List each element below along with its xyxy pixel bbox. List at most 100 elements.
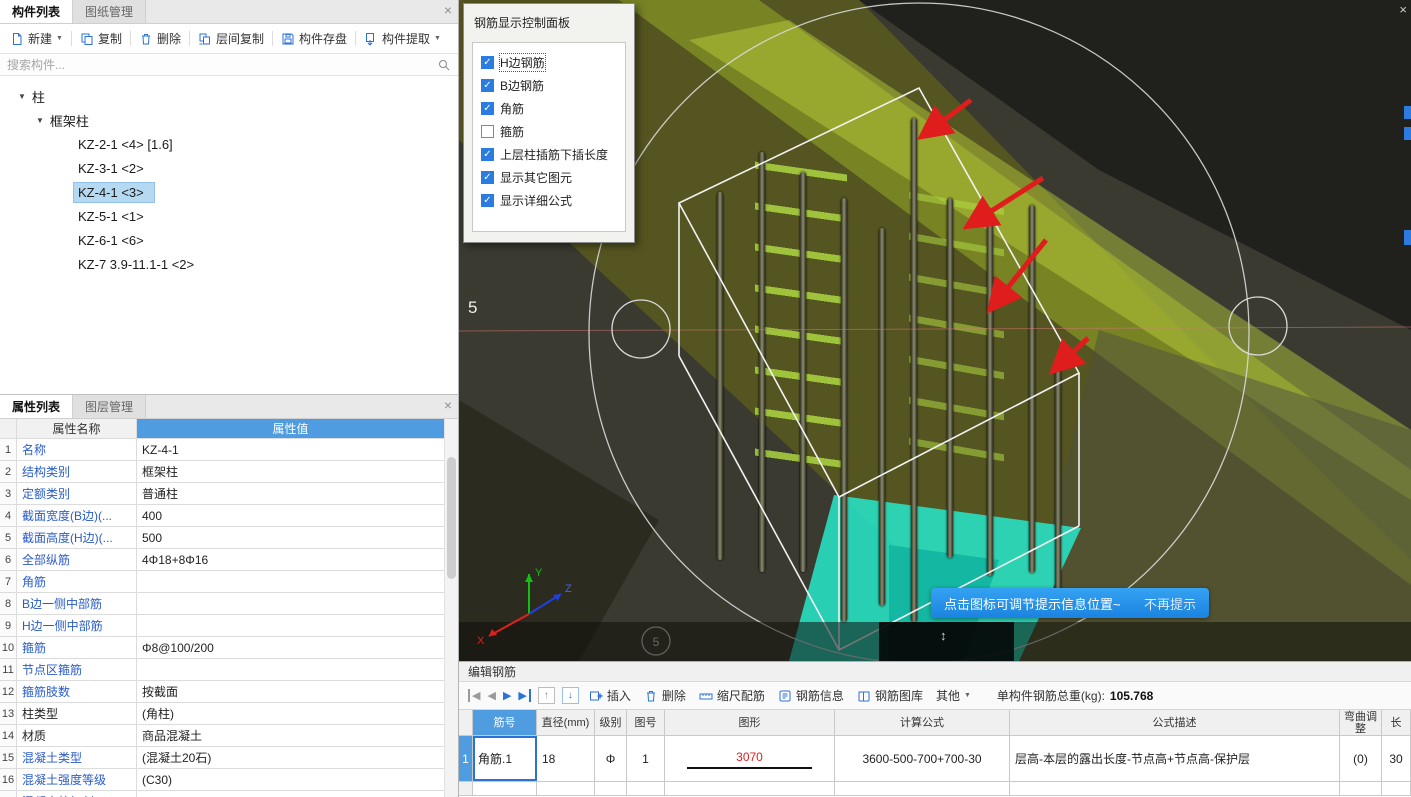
rebar-table-row[interactable]: 1 角筋.1 18 Φ 1 3070 3600-500-700+700-30 层…	[459, 736, 1411, 782]
tab-layer-management[interactable]: 图层管理	[73, 395, 147, 418]
tree-item[interactable]: KZ-7 3.9-11.1-1 <2>	[0, 252, 458, 276]
property-value[interactable]: Φ8@100/200	[137, 637, 444, 658]
panel-resize-handle[interactable]: ↕	[940, 628, 947, 643]
cell-grade[interactable]: Φ	[595, 736, 627, 781]
docked-panel-button[interactable]	[1404, 106, 1411, 119]
move-up-button[interactable]: ↑	[537, 687, 555, 704]
property-row: 16 混凝土强度等级 (C30)	[0, 769, 444, 791]
tree-item[interactable]: KZ-6-1 <6>	[0, 228, 458, 252]
property-value[interactable]: (混凝土20石)	[137, 747, 444, 768]
row-number: 6	[0, 549, 17, 570]
option-stirrup[interactable]: 箍筋	[481, 120, 625, 143]
tree-node-frame-column[interactable]: ▼ 框架柱	[0, 108, 458, 132]
floor-copy-button[interactable]: 层间复制	[193, 27, 269, 50]
tree-item[interactable]: KZ-2-1 <4> [1.6]	[0, 132, 458, 156]
property-value[interactable]: (C30)	[137, 769, 444, 790]
tree-item-label: KZ-5-1 <1>	[78, 208, 144, 224]
floor-copy-label: 层间复制	[215, 32, 264, 46]
option-corner-rebar[interactable]: 角筋	[481, 97, 625, 120]
close-icon[interactable]: ×	[444, 3, 452, 17]
grid-circle	[588, 2, 1250, 661]
extract-component-button[interactable]: 构件提取 ▼	[359, 27, 446, 50]
rebar-display-control-panel[interactable]: 钢筋显示控制面板 H边钢筋 B边钢筋 角筋 箍筋 上层柱插筋下插长度 显示其它图…	[463, 3, 635, 243]
rebar-table-row-partial[interactable]	[459, 782, 1411, 796]
copy-button[interactable]: 复制	[75, 27, 127, 50]
scale-rebar-button[interactable]: 缩尺配筋	[696, 685, 768, 706]
cell-fig-no[interactable]: 1	[627, 736, 665, 781]
checkbox-checked-icon[interactable]	[481, 148, 494, 161]
cell-formula[interactable]: 3600-500-700+700-30	[835, 736, 1010, 781]
option-upper-column-dowel[interactable]: 上层柱插筋下插长度	[481, 143, 625, 166]
close-icon[interactable]: ×	[444, 398, 452, 412]
nav-last-button[interactable]: ▶	[518, 689, 531, 702]
property-value[interactable]: 4Φ18+8Φ16	[137, 549, 444, 570]
tab-property-list[interactable]: 属性列表	[0, 395, 74, 418]
property-value[interactable]	[137, 615, 444, 636]
insert-button[interactable]: 插入	[586, 685, 634, 706]
property-value[interactable]	[137, 571, 444, 592]
property-panel-tabbar: 属性列表 图层管理 ×	[0, 395, 458, 419]
property-row: 13 柱类型 (角柱)	[0, 703, 444, 725]
option-show-other-elements[interactable]: 显示其它图元	[481, 166, 625, 189]
option-label: 显示详细公式	[500, 194, 573, 208]
search-icon[interactable]	[437, 58, 451, 72]
panel-title: 钢筋显示控制面板	[474, 16, 571, 30]
option-show-detailed-formula[interactable]: 显示详细公式	[481, 189, 625, 212]
nav-next-button[interactable]: ▶	[503, 689, 511, 702]
tab-component-list[interactable]: 构件列表	[0, 0, 74, 23]
expand-caret-icon[interactable]: ▼	[36, 116, 44, 125]
tree-item[interactable]: KZ-5-1 <1>	[0, 204, 458, 228]
property-value[interactable]: (角柱)	[137, 703, 444, 724]
cell-length[interactable]: 30	[1382, 736, 1411, 781]
delete-button[interactable]: 删除	[134, 27, 186, 50]
property-value[interactable]: 商品混凝土	[137, 725, 444, 746]
column-wireframe	[677, 86, 1081, 652]
new-button[interactable]: 新建 ▼	[5, 27, 68, 50]
checkbox-checked-icon[interactable]	[481, 194, 494, 207]
dismiss-hint-button[interactable]: 不再提示	[1144, 594, 1196, 613]
nav-prev-button[interactable]: ◀	[487, 689, 495, 702]
property-value[interactable]: 400	[137, 505, 444, 526]
move-down-button[interactable]: ↓	[561, 687, 579, 704]
cell-shape[interactable]: 3070	[665, 736, 835, 781]
search-input[interactable]	[7, 57, 437, 72]
rebar-info-button[interactable]: 钢筋信息	[775, 685, 847, 706]
cell-bar-no[interactable]: 角筋.1	[473, 736, 537, 781]
component-tree: ▼ 柱 ▼ 框架柱 KZ-2-1 <4> [1.6] KZ-3-1 <2> KZ-4…	[0, 76, 458, 276]
scrollbar[interactable]	[444, 419, 458, 797]
rebar-library-button[interactable]: 钢筋图库	[854, 685, 926, 706]
property-value[interactable]	[137, 593, 444, 614]
property-value[interactable]	[137, 659, 444, 680]
checkbox-checked-icon[interactable]	[481, 171, 494, 184]
docked-panel-button[interactable]	[1404, 127, 1411, 140]
nav-first-button[interactable]: ◀	[468, 689, 480, 702]
checkbox-checked-icon[interactable]	[481, 79, 494, 92]
property-value[interactable]: KZ-4-1	[137, 439, 444, 460]
row-select-cell[interactable]: 1	[459, 736, 473, 781]
property-row: 12 箍筋肢数 按截面	[0, 681, 444, 703]
docked-panel-button[interactable]	[1404, 230, 1411, 245]
tab-drawing-management[interactable]: 图纸管理	[73, 0, 147, 23]
checkbox-checked-icon[interactable]	[481, 102, 494, 115]
option-b-side-rebar[interactable]: B边钢筋	[481, 74, 625, 97]
property-value[interactable]: 框架柱	[137, 461, 444, 482]
cell-diameter[interactable]: 18	[537, 736, 595, 781]
viewport-close-icon[interactable]: ×	[1399, 2, 1407, 17]
tree-node-column[interactable]: ▼ 柱	[0, 84, 458, 108]
property-value[interactable]: 按截面	[137, 681, 444, 702]
property-value[interactable]	[137, 791, 444, 797]
expand-caret-icon[interactable]: ▼	[18, 92, 26, 101]
option-h-side-rebar[interactable]: H边钢筋	[481, 51, 625, 74]
save-component-button[interactable]: 构件存盘	[276, 27, 352, 50]
scrollbar-thumb[interactable]	[447, 457, 456, 579]
property-value[interactable]: 500	[137, 527, 444, 548]
other-button[interactable]: 其他 ▼	[933, 685, 974, 706]
delete-row-button[interactable]: 删除	[641, 685, 689, 706]
cell-bend-adjust[interactable]: (0)	[1340, 736, 1382, 781]
checkbox-unchecked-icon[interactable]	[481, 125, 494, 138]
property-value[interactable]: 普通柱	[137, 483, 444, 504]
cell-description[interactable]: 层高-本层的露出长度-节点高+节点高-保护层	[1010, 736, 1340, 781]
tree-item[interactable]: KZ-3-1 <2>	[0, 156, 458, 180]
tree-item-selected[interactable]: KZ-4-1 <3>	[0, 180, 458, 204]
checkbox-checked-icon[interactable]	[481, 56, 494, 69]
